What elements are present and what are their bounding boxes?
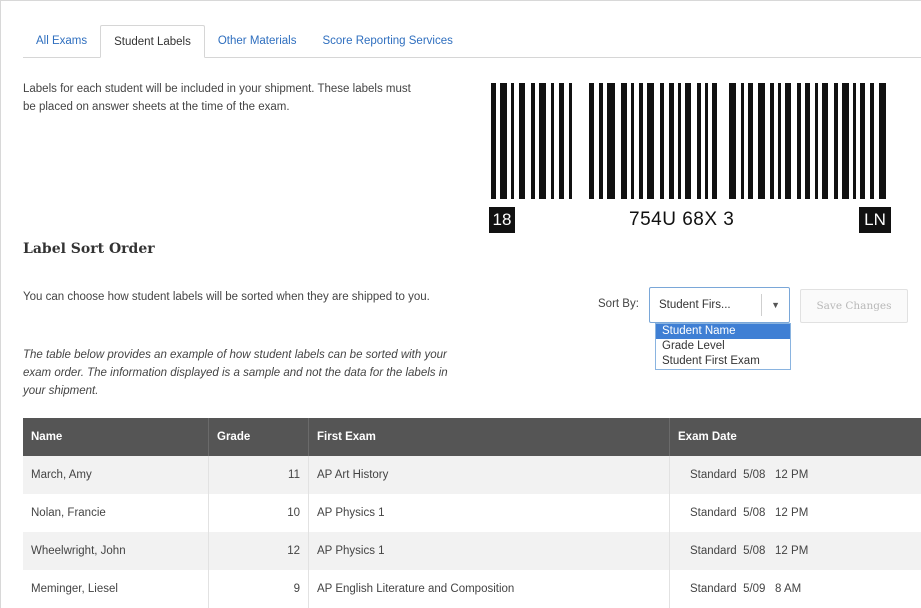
sort-by-select[interactable]: Student Firs... ▼ bbox=[649, 287, 790, 323]
cell-grade: 12 bbox=[209, 532, 309, 570]
table-row: Nolan, Francie 10 AP Physics 1 Standard … bbox=[23, 494, 921, 532]
tab-all-exams[interactable]: All Exams bbox=[23, 25, 100, 57]
chevron-down-icon[interactable]: ▼ bbox=[771, 288, 780, 322]
cell-exam-date: Standard 5/09 8 AM bbox=[690, 583, 802, 595]
cell-exam-date: Standard 5/08 12 PM bbox=[690, 469, 809, 481]
tab-student-labels[interactable]: Student Labels bbox=[100, 25, 205, 58]
table-body: March, Amy 11 AP Art History Standard 5/… bbox=[23, 456, 921, 608]
sort-selected-value: Student Firs... bbox=[659, 299, 731, 311]
cell-first-exam: AP Physics 1 bbox=[309, 494, 670, 532]
cell-grade: 11 bbox=[209, 456, 309, 494]
barcode-number: 754U 68X 3 bbox=[629, 209, 735, 230]
sort-description: You can choose how student labels will b… bbox=[23, 291, 430, 303]
cell-first-exam: AP English Literature and Composition bbox=[309, 570, 670, 608]
sort-options-list: Student Name Grade Level Student First E… bbox=[655, 323, 791, 370]
sort-option-student-first-exam[interactable]: Student First Exam bbox=[656, 354, 790, 369]
save-changes-button[interactable]: Save Changes bbox=[800, 289, 908, 323]
tab-bar: All Exams Student Labels Other Materials… bbox=[23, 25, 921, 58]
barcode-right-code: LN bbox=[859, 207, 891, 233]
table-row: Meminger, Liesel 9 AP English Literature… bbox=[23, 570, 921, 608]
cell-grade: 10 bbox=[209, 494, 309, 532]
intro-text: Labels for each student will be included… bbox=[23, 83, 411, 113]
page-frame: All Exams Student Labels Other Materials… bbox=[0, 0, 921, 608]
column-header-exam-date: Exam Date bbox=[678, 431, 737, 443]
column-header-name: Name bbox=[23, 418, 209, 456]
barcode-image bbox=[489, 83, 891, 199]
tab-other-materials[interactable]: Other Materials bbox=[205, 25, 310, 57]
table-row: Wheelwright, John 12 AP Physics 1 Standa… bbox=[23, 532, 921, 570]
cell-name: March, Amy bbox=[23, 456, 209, 494]
table-header: Name Grade First Exam Exam Date bbox=[23, 418, 921, 456]
sort-by-label: Sort By: bbox=[598, 298, 639, 310]
section-title: Label Sort Order bbox=[23, 241, 155, 257]
table-row: March, Amy 11 AP Art History Standard 5/… bbox=[23, 456, 921, 494]
cell-name: Meminger, Liesel bbox=[23, 570, 209, 608]
select-divider bbox=[761, 294, 762, 316]
cell-name: Nolan, Francie bbox=[23, 494, 209, 532]
cell-name: Wheelwright, John bbox=[23, 532, 209, 570]
sample-labels-table: Name Grade First Exam Exam Date March, A… bbox=[23, 418, 921, 608]
sample-barcode-label: 18 754U 68X 3 LN bbox=[489, 83, 891, 233]
cell-grade: 9 bbox=[209, 570, 309, 608]
sort-option-grade-level[interactable]: Grade Level bbox=[656, 339, 790, 354]
tab-score-reporting-services[interactable]: Score Reporting Services bbox=[309, 25, 465, 57]
column-header-first-exam: First Exam bbox=[309, 418, 670, 456]
cell-exam-date: Standard 5/08 12 PM bbox=[690, 507, 809, 519]
cell-first-exam: AP Physics 1 bbox=[309, 532, 670, 570]
sort-option-student-name[interactable]: Student Name bbox=[656, 324, 790, 339]
cell-exam-date: Standard 5/08 12 PM bbox=[690, 545, 809, 557]
cell-first-exam: AP Art History bbox=[309, 456, 670, 494]
example-note: The table below provides an example of h… bbox=[23, 349, 448, 397]
barcode-left-code: 18 bbox=[489, 207, 515, 233]
column-header-grade: Grade bbox=[209, 418, 309, 456]
